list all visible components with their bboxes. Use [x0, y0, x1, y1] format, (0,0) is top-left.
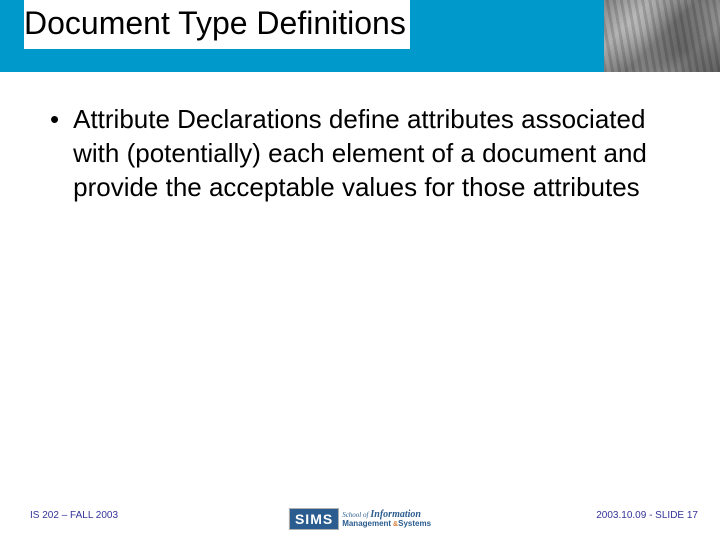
header-decorative-image — [604, 0, 720, 72]
slide-footer: IS 202 – FALL 2003 SIMS School of Inform… — [0, 500, 720, 540]
sims-logo-box: SIMS — [289, 508, 339, 530]
bullet-marker: • — [50, 102, 59, 136]
slide-title: Document Type Definitions — [24, 0, 410, 49]
bullet-item: • Attribute Declarations define attribut… — [46, 102, 674, 204]
slide-header: Document Type Definitions — [0, 0, 720, 72]
footer-logo: SIMS School of Information Management &S… — [289, 508, 431, 530]
header-background: Document Type Definitions — [0, 0, 604, 72]
footer-course-label: IS 202 – FALL 2003 — [30, 510, 118, 521]
bullet-text: Attribute Declarations define attributes… — [73, 102, 674, 204]
sims-logo-text: School of Information Management &System… — [342, 510, 431, 529]
footer-date-slide: 2003.10.09 - SLIDE 17 — [596, 510, 698, 521]
slide-body: • Attribute Declarations define attribut… — [0, 72, 720, 204]
